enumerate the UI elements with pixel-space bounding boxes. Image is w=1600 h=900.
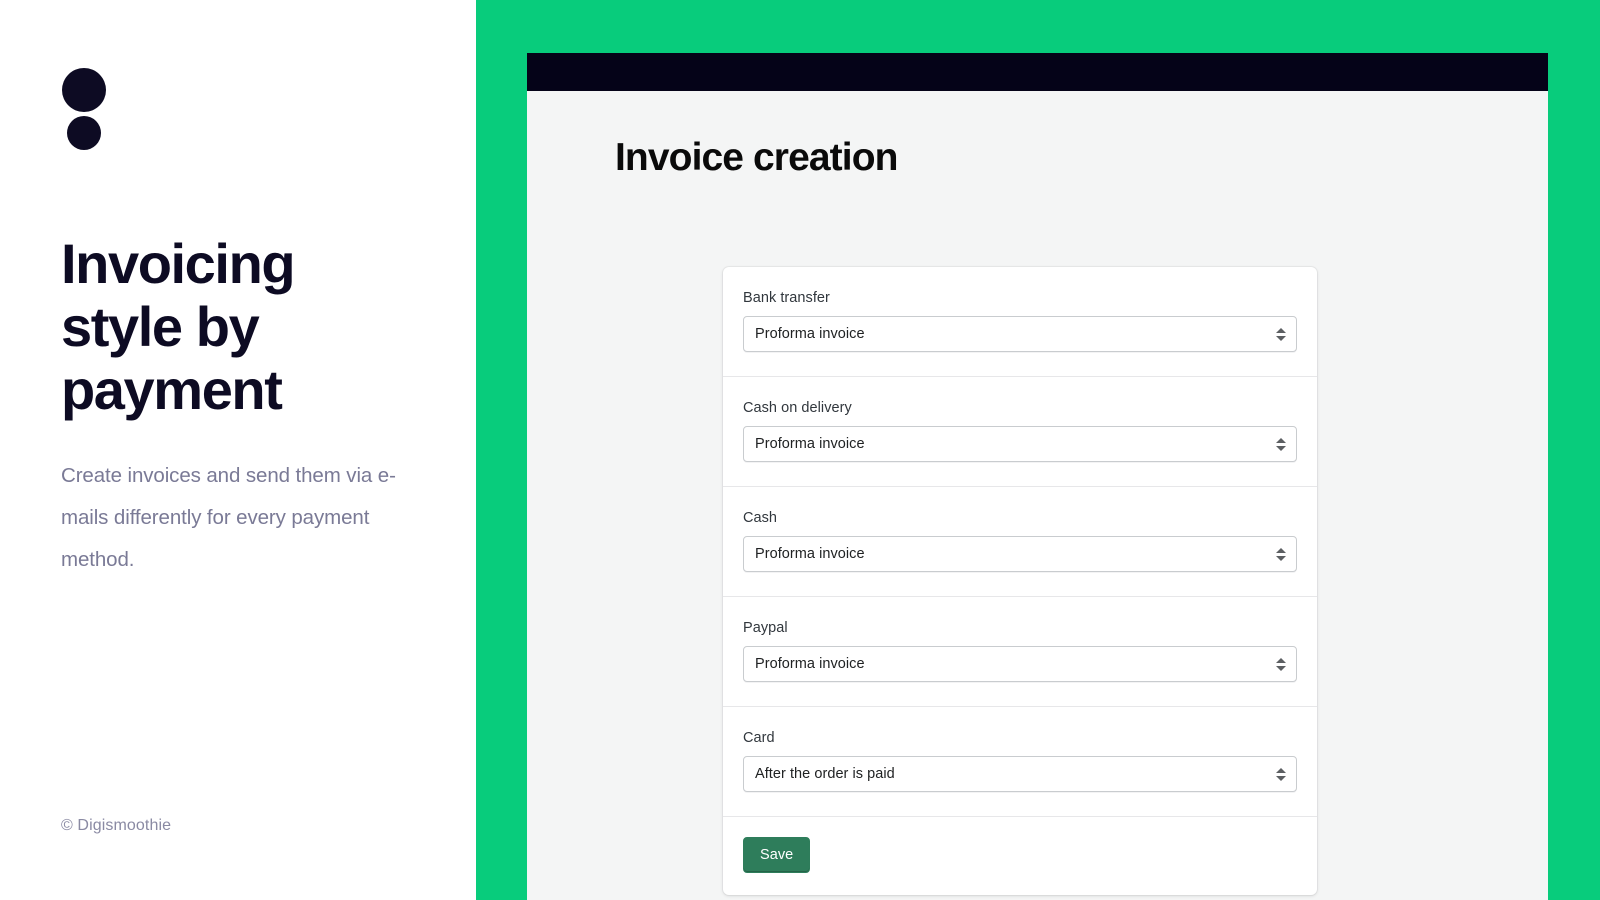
form-row: Cash on delivery Proforma invoice	[723, 377, 1317, 487]
invoice-style-select[interactable]: After the order is paid	[743, 756, 1297, 792]
green-stage-backdrop: Invoice creation Bank transfer Proforma …	[476, 0, 1600, 900]
invoice-style-select-value[interactable]: Proforma invoice	[743, 536, 1297, 572]
invoice-style-select-value[interactable]: Proforma invoice	[743, 646, 1297, 682]
form-row: Paypal Proforma invoice	[723, 597, 1317, 707]
app-content-area: Invoice creation Bank transfer Proforma …	[527, 91, 1548, 900]
browser-mockup: Invoice creation Bank transfer Proforma …	[527, 53, 1548, 900]
invoice-style-select[interactable]: Proforma invoice	[743, 316, 1297, 352]
promo-panel: Invoicing style by payment Create invoic…	[0, 0, 476, 900]
invoice-style-select-value[interactable]: After the order is paid	[743, 756, 1297, 792]
save-button[interactable]: Save	[743, 837, 811, 873]
invoice-settings-card: Bank transfer Proforma invoice Cash on d…	[723, 267, 1317, 895]
digismoothie-dots-logo-icon	[62, 68, 108, 150]
promo-subtitle: Create invoices and send them via e-mail…	[61, 464, 396, 571]
payment-method-label: Paypal	[743, 620, 788, 636]
logo-dot-small-icon	[67, 116, 101, 150]
invoice-style-select[interactable]: Proforma invoice	[743, 426, 1297, 462]
invoice-style-select-value[interactable]: Proforma invoice	[743, 426, 1297, 462]
page-title: Invoice creation	[615, 136, 898, 179]
promo-title: Invoicing style by payment	[61, 232, 296, 421]
form-row: Cash Proforma invoice	[723, 487, 1317, 597]
copyright-footer: © Digismoothie	[61, 817, 172, 834]
payment-method-label: Cash on delivery	[743, 400, 852, 416]
browser-title-bar	[527, 53, 1548, 91]
card-footer: Save	[723, 817, 1317, 895]
payment-method-label: Bank transfer	[743, 290, 830, 306]
invoice-style-select[interactable]: Proforma invoice	[743, 646, 1297, 682]
invoice-style-select-value[interactable]: Proforma invoice	[743, 316, 1297, 352]
logo-dot-large-icon	[62, 68, 106, 112]
form-row: Bank transfer Proforma invoice	[723, 267, 1317, 377]
invoice-style-select[interactable]: Proforma invoice	[743, 536, 1297, 572]
payment-method-label: Cash	[743, 510, 778, 526]
payment-method-label: Card	[743, 730, 775, 746]
form-row: Card After the order is paid	[723, 707, 1317, 817]
